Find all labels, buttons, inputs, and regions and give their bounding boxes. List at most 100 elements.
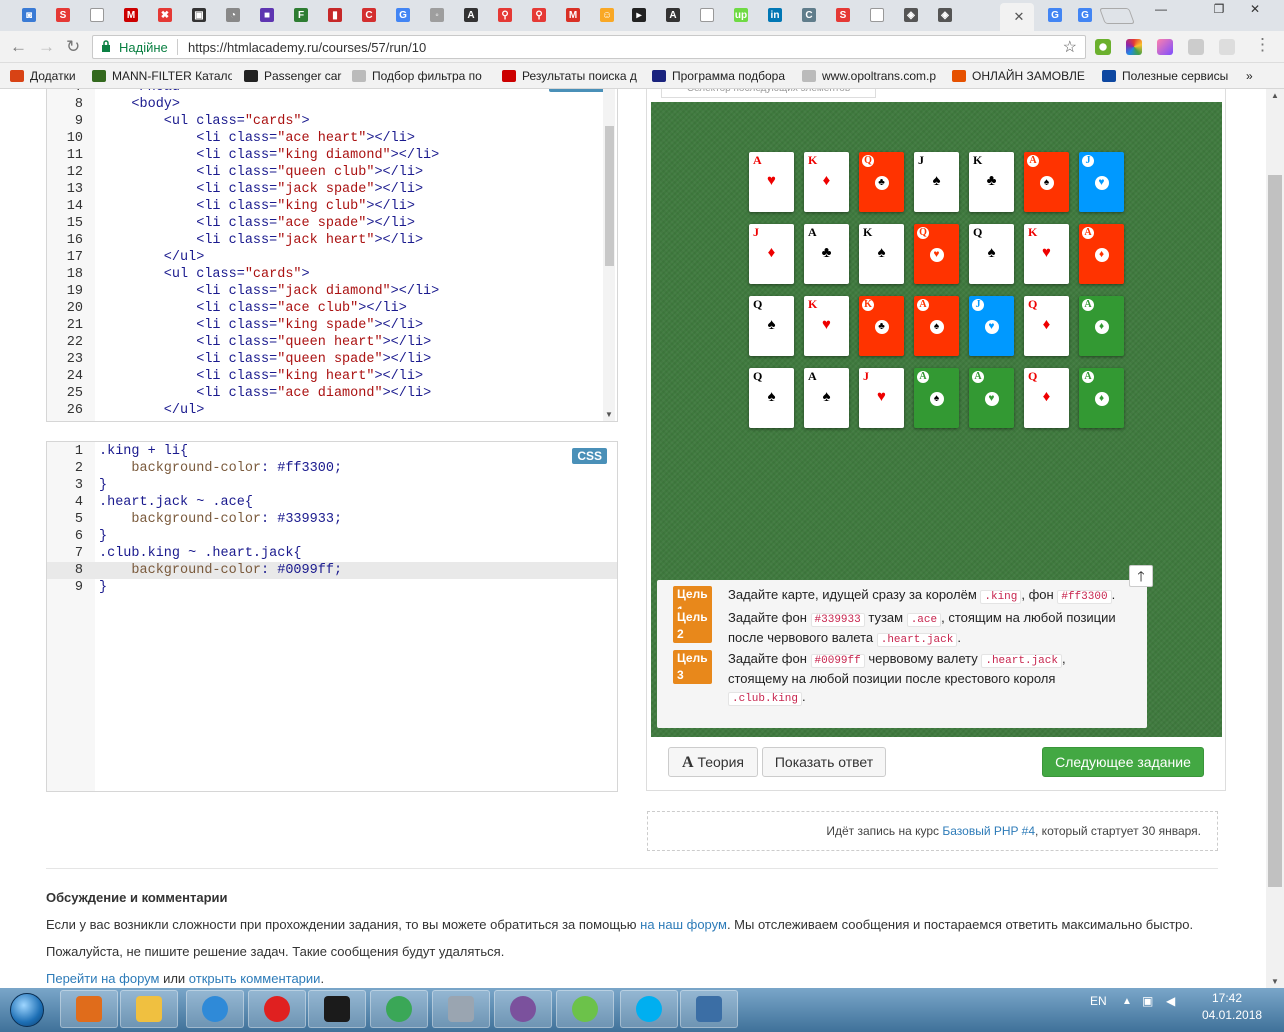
reload-icon[interactable]: ↻ [66,37,80,57]
bookmark-item[interactable]: Полезные сервисы [1102,68,1232,84]
new-tab-button[interactable] [1099,8,1135,24]
discussion-text: . Мы отслеживаем сообщения и постараемся… [726,917,1194,932]
theory-button[interactable]: A Теория [668,747,758,777]
go-to-forum-link[interactable]: Перейти на форум [46,971,159,986]
browser-tab[interactable]: ◈ [930,4,960,26]
bookmark-item[interactable]: Passenger car [244,68,344,84]
browser-tab[interactable]: ⚲ [524,4,554,26]
browser-tab[interactable]: ■ [252,4,282,26]
browser-tab[interactable]: M [558,4,588,26]
extension-drive-icon[interactable] [1219,39,1235,55]
browser-tab[interactable]: ✕ [1000,3,1034,31]
browser-tab[interactable]: up [726,4,756,26]
language-indicator[interactable]: EN [1090,994,1107,1008]
menu-icon[interactable]: ⋮ [1254,35,1271,55]
taskbar-icq-button[interactable] [556,990,614,1028]
extension-pdf-icon[interactable] [1188,39,1204,55]
browser-tab[interactable]: G [1040,4,1070,26]
browser-tab[interactable]: ◈ [896,4,926,26]
taskbar-chrome-button[interactable] [370,990,428,1028]
browser-tab[interactable] [692,4,722,26]
browser-tab[interactable]: ◙ [14,4,44,26]
bookmark-item[interactable]: ОНЛАЙН ЗАМОВЛЕ [952,68,1088,84]
tray-network-icon[interactable]: ▣ [1142,994,1153,1008]
next-task-button[interactable]: Следующее задание [1042,747,1204,777]
course-link[interactable]: Базовый PHP #4 [942,824,1035,838]
bookmark-item[interactable]: www.opoltrans.com.p [802,68,938,84]
taskbar-webstorm-button[interactable] [308,990,366,1028]
scroll-down-arrow-icon[interactable]: ▼ [1271,977,1279,986]
browser-tab[interactable]: M [116,4,146,26]
code-line: <ul class="cards"> [99,114,310,129]
page-scroll-thumb[interactable] [1268,175,1282,887]
collapse-goals-button[interactable]: 🡑 [1129,565,1153,587]
taskbar-network-button[interactable] [680,990,738,1028]
bookmark-item[interactable]: Программа подбора [652,68,788,84]
a2-favicon-icon: A [666,8,680,22]
browser-tab[interactable]: C [794,4,824,26]
browser-tab[interactable]: F [286,4,316,26]
tray-volume-icon[interactable]: ◀ [1166,994,1175,1008]
bookmark-star-icon[interactable]: ☆ [1063,37,1077,57]
browser-tab[interactable]: A [658,4,688,26]
browser-tab[interactable]: ◔ [218,4,248,26]
browser-tab[interactable]: S [48,4,78,26]
minimize-button[interactable]: — [1150,2,1172,18]
show-answer-button[interactable]: Показать ответ [762,747,886,777]
bookmark-item[interactable]: Додатки [10,68,82,84]
task-tab[interactable]: Селектор последующих элементов [661,89,876,98]
browser-tab[interactable] [862,4,892,26]
browser-tab[interactable]: ▸ [624,4,654,26]
taskbar-opera-button[interactable] [248,990,306,1028]
suit-badge-icon: ♦ [1094,319,1109,334]
browser-tab[interactable]: ▮ [320,4,350,26]
tray-expand-icon[interactable]: ▲ [1122,996,1132,1007]
taskbar-skype-button[interactable] [620,990,678,1028]
page-scrollbar[interactable]: ▲ ▼ [1266,89,1284,988]
extension-green-icon[interactable] [1095,39,1111,55]
taskbar-calculator-button[interactable] [432,990,490,1028]
browser-tab[interactable]: ◦ [422,4,452,26]
clock-date[interactable]: 04.01.2018 [1202,1008,1262,1022]
forward-icon[interactable]: → [38,37,55,57]
start-button[interactable] [4,990,50,1030]
taskbar-internet-explorer-button[interactable] [186,990,244,1028]
back-icon[interactable]: ← [10,37,27,57]
forum-link[interactable]: на наш форум [640,917,727,932]
restore-button[interactable]: ❐ [1208,2,1230,18]
taskbar-viber-button[interactable] [494,990,552,1028]
close-window-button[interactable]: ✕ [1244,2,1266,18]
url-text[interactable]: https://htmlacademy.ru/courses/57/run/10 [188,40,426,55]
browser-tab[interactable]: ☺ [592,4,622,26]
taskbar-media-player-button[interactable] [60,990,118,1028]
bookmark-item[interactable]: MANN-FILTER Катало [92,68,232,84]
scroll-up-arrow-icon[interactable]: ▲ [1271,91,1279,100]
heart-suit-icon: ♥ [1042,244,1051,261]
bookmarks-overflow-icon[interactable]: » [1246,68,1253,84]
address-bar[interactable]: Надійне https://htmlacademy.ru/courses/5… [92,35,1086,59]
browser-tab[interactable]: G [388,4,418,26]
browser-tab[interactable]: ▣ [184,4,214,26]
bookmark-item[interactable]: Результаты поиска д [502,68,642,84]
browser-tab[interactable]: ✖ [150,4,180,26]
browser-tab[interactable]: A [456,4,486,26]
taskbar-explorer-button[interactable] [120,990,178,1028]
browser-tab[interactable]: ⚲ [490,4,520,26]
browser-tab[interactable]: C [354,4,384,26]
css-editor[interactable]: 1 .king + li{2 background-color: #ff3300;… [46,441,618,792]
extension-gradient-icon[interactable] [1157,39,1173,55]
editor-scrollbar[interactable]: ▼ [603,89,615,421]
browser-tab[interactable]: S [828,4,858,26]
extension-color-icon[interactable] [1126,39,1142,55]
close-tab-icon[interactable]: ✕ [1014,9,1025,25]
editor-scroll-thumb[interactable] [605,126,614,266]
clock-time[interactable]: 17:42 [1212,991,1242,1005]
browser-tab[interactable]: in [760,4,790,26]
goal-code: .heart.jack [876,633,958,647]
bookmark-item[interactable]: Подбор фильтра по [352,68,490,84]
html-editor[interactable]: 7 </head>8 <body>9 <ul class="cards">10 … [46,89,618,422]
open-comments-link[interactable]: открыть комментарии [189,971,321,986]
browser-tab[interactable] [82,4,112,26]
scroll-down-arrow-icon[interactable]: ▼ [605,410,613,419]
browser-tab[interactable]: G [1070,4,1100,26]
